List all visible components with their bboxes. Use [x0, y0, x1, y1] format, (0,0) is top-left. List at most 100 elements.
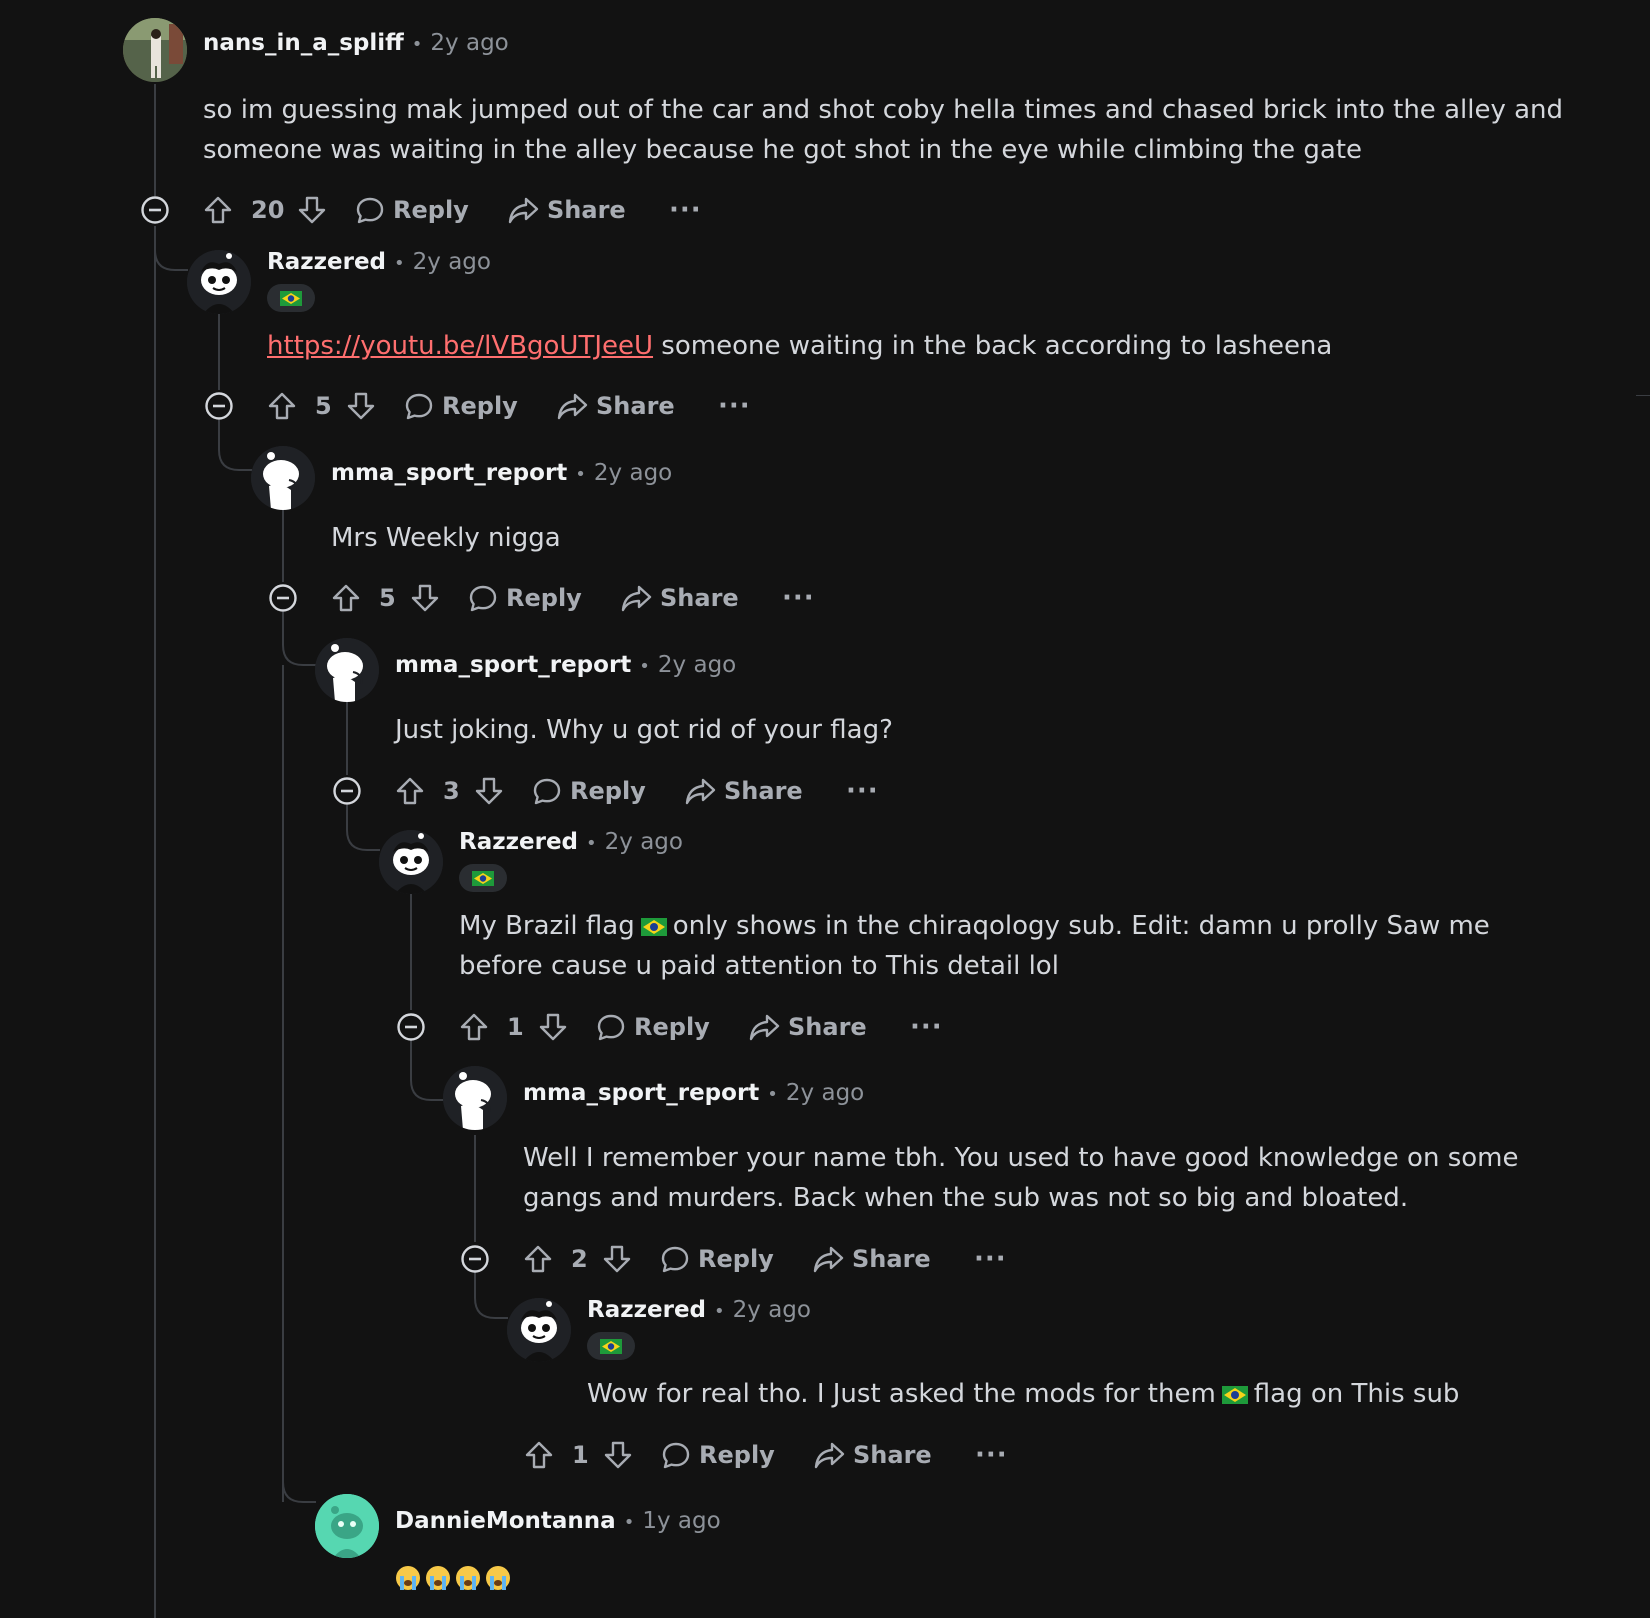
youtube-link[interactable]: https://youtu.be/lVBgoUTJeeU [267, 331, 653, 361]
collapse-thread-icon[interactable] [140, 195, 170, 225]
comment-text: flag on This sub [1253, 1379, 1460, 1409]
upvote-icon[interactable] [459, 1007, 489, 1047]
comment-header: Razzered • 2y ago [587, 1295, 811, 1327]
comment-text: someone waiting in the back according to… [653, 331, 1333, 361]
reply-button[interactable]: Reply [596, 1007, 710, 1047]
share-label: Share [660, 584, 739, 612]
username[interactable]: mma_sport_report [395, 652, 631, 678]
username[interactable]: Razzered [267, 249, 386, 275]
downvote-icon[interactable] [538, 1007, 568, 1047]
share-icon [748, 1012, 780, 1042]
downvote-icon[interactable] [410, 578, 440, 618]
share-label: Share [547, 196, 626, 224]
comment-actions: 20 Reply Share ··· [140, 190, 1100, 230]
reply-label: Reply [570, 777, 646, 805]
downvote-icon[interactable] [474, 771, 504, 811]
downvote-icon[interactable] [602, 1239, 632, 1279]
more-options-button[interactable]: ··· [974, 1239, 1007, 1279]
collapse-thread-icon[interactable] [268, 583, 298, 613]
reply-button[interactable]: Reply [661, 1435, 775, 1475]
username[interactable]: nans_in_a_spliff [203, 30, 404, 56]
comment-header: mma_sport_report • 2y ago [331, 458, 672, 490]
username[interactable]: DannieMontanna [395, 1508, 616, 1534]
vote-score: 5 [379, 584, 396, 612]
snoo-avatar-icon [251, 446, 315, 510]
upvote-icon[interactable] [395, 771, 425, 811]
more-options-button[interactable]: ··· [975, 1435, 1008, 1475]
avatar[interactable] [187, 250, 251, 314]
reply-label: Reply [634, 1013, 710, 1041]
separator-dot: • [394, 253, 405, 274]
more-options-button[interactable]: ··· [846, 771, 879, 811]
comment-body: My Brazil flag only shows in the chiraqol… [459, 906, 1579, 986]
share-button[interactable]: Share [684, 771, 803, 811]
avatar[interactable] [507, 1298, 571, 1362]
username[interactable]: mma_sport_report [331, 460, 567, 486]
share-icon [812, 1244, 844, 1274]
collapse-thread-icon[interactable] [460, 1244, 490, 1274]
avatar[interactable] [315, 638, 379, 702]
share-button[interactable]: Share [812, 1239, 931, 1279]
more-options-button[interactable]: ··· [718, 386, 751, 426]
username[interactable]: Razzered [587, 1297, 706, 1323]
comment-actions: 1 Reply Share ··· [524, 1435, 1484, 1475]
timestamp: 1y ago [642, 1508, 721, 1534]
downvote-icon[interactable] [297, 190, 327, 230]
snoo-avatar-icon [379, 830, 443, 894]
reply-button[interactable]: Reply [468, 578, 582, 618]
share-button[interactable]: Share [813, 1435, 932, 1475]
comment-actions: 2 Reply Share ··· [460, 1239, 1420, 1279]
username[interactable]: Razzered [459, 829, 578, 855]
snoo-avatar-icon [187, 250, 251, 314]
timestamp: 2y ago [732, 1297, 811, 1323]
downvote-icon[interactable] [603, 1435, 633, 1475]
downvote-icon[interactable] [346, 386, 376, 426]
collapse-thread-icon[interactable] [332, 776, 362, 806]
share-button[interactable]: Share [556, 386, 675, 426]
avatar[interactable] [379, 830, 443, 894]
reply-label: Reply [698, 1245, 774, 1273]
brazil-flag-icon [1221, 1386, 1248, 1404]
separator-dot: • [767, 1084, 778, 1105]
reply-icon [532, 776, 562, 806]
reply-icon [355, 195, 385, 225]
reply-icon [661, 1440, 691, 1470]
reply-icon [660, 1244, 690, 1274]
timestamp: 2y ago [412, 249, 491, 275]
comment-text: My Brazil flag [459, 911, 635, 941]
separator-dot: • [639, 656, 650, 677]
reply-button[interactable]: Reply [660, 1239, 774, 1279]
share-icon [684, 776, 716, 806]
snoo-avatar-icon [507, 1298, 571, 1362]
reply-button[interactable]: Reply [355, 190, 469, 230]
share-button[interactable]: Share [507, 190, 626, 230]
comment-body: Wow for real tho. I Just asked the mods … [587, 1374, 1587, 1414]
brazil-flag-icon [472, 870, 494, 886]
avatar[interactable] [251, 446, 315, 510]
avatar[interactable] [123, 18, 187, 82]
reply-button[interactable]: Reply [532, 771, 646, 811]
comment-actions: 1 Reply Share ··· [396, 1007, 1356, 1047]
avatar[interactable] [315, 1494, 379, 1558]
share-button[interactable]: Share [748, 1007, 867, 1047]
timestamp: 2y ago [657, 652, 737, 678]
reply-button[interactable]: Reply [404, 386, 518, 426]
avatar[interactable] [443, 1066, 507, 1130]
more-options-button[interactable]: ··· [669, 190, 702, 230]
upvote-icon[interactable] [203, 190, 233, 230]
collapse-thread-icon[interactable] [204, 391, 234, 421]
upvote-icon[interactable] [524, 1435, 554, 1475]
scrollbar-edge [1636, 395, 1650, 396]
more-options-button[interactable]: ··· [910, 1007, 943, 1047]
upvote-icon[interactable] [331, 578, 361, 618]
user-flair [459, 864, 507, 892]
collapse-thread-icon[interactable] [396, 1012, 426, 1042]
username[interactable]: mma_sport_report [523, 1080, 759, 1106]
upvote-icon[interactable] [267, 386, 297, 426]
upvote-icon[interactable] [523, 1239, 553, 1279]
more-options-button[interactable]: ··· [782, 578, 815, 618]
vote-score: 5 [315, 392, 332, 420]
snoo-avatar-icon [315, 638, 379, 702]
share-button[interactable]: Share [620, 578, 739, 618]
share-icon [556, 391, 588, 421]
